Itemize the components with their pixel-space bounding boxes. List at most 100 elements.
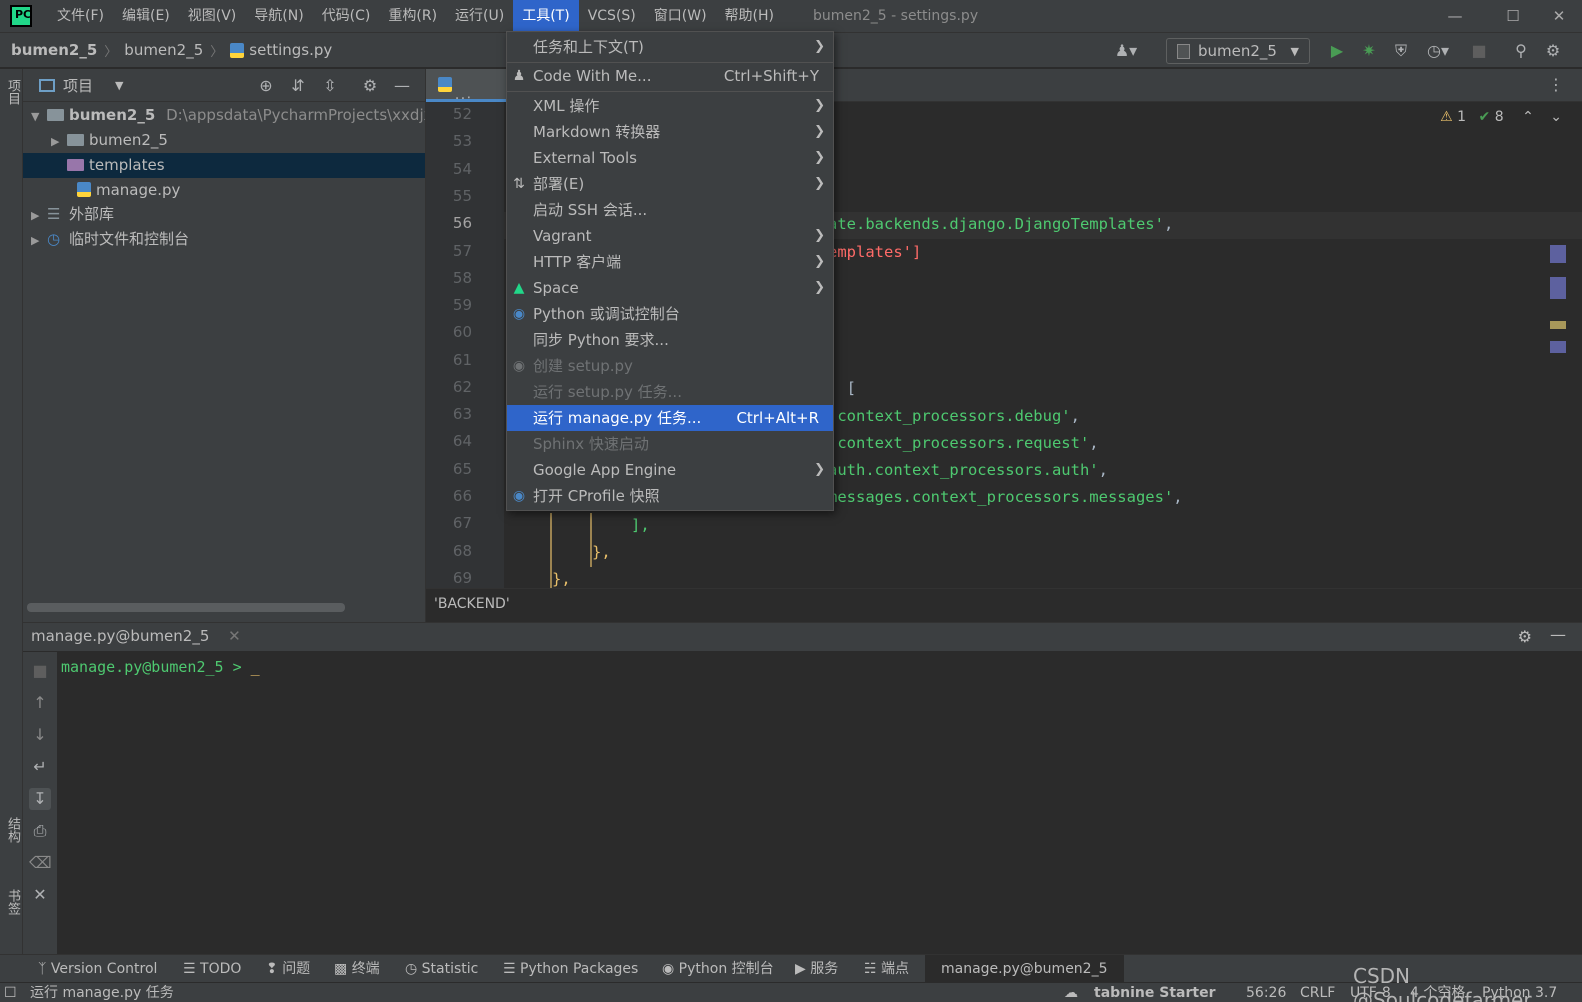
code-line-65[interactable]: auth.context_processors.auth', xyxy=(828,461,1108,479)
menu-file[interactable]: 文件(F) xyxy=(48,0,113,32)
menu-run[interactable]: 运行(U) xyxy=(446,0,513,32)
arrow-up-icon[interactable]: ↑ xyxy=(29,692,51,714)
breadcrumb-project[interactable]: bumen2_5 xyxy=(11,41,97,59)
menu-item-run-setup-py[interactable]: 运行 setup.py 任务... xyxy=(507,379,833,405)
close-icon[interactable]: ✕ xyxy=(29,884,51,906)
print-icon[interactable]: ⎙ xyxy=(29,820,51,842)
tool-services[interactable]: ▶ 服务 xyxy=(795,955,838,983)
more-options-icon[interactable]: ⋮ xyxy=(1548,75,1564,94)
gear-icon[interactable]: ⚙ xyxy=(359,75,381,97)
menu-help[interactable]: 帮助(H) xyxy=(716,0,783,32)
chevron-right-icon[interactable]: ▶ xyxy=(31,203,47,227)
menu-refactor[interactable]: 重构(R) xyxy=(379,0,446,32)
coverage-icon[interactable]: ⛨ xyxy=(1390,40,1412,62)
stop-icon[interactable]: ■ xyxy=(29,660,51,682)
menu-item-xml-actions[interactable]: XML 操作 ❯ xyxy=(507,93,833,119)
menu-item-open-cprofile[interactable]: ◉ 打开 CProfile 快照 xyxy=(507,483,833,509)
tool-endpoints[interactable]: ☵ 端点 xyxy=(864,955,909,983)
chevron-down-icon[interactable]: ▼ xyxy=(115,79,123,92)
cloud-icon[interactable]: ☁ xyxy=(1064,983,1078,1002)
menu-vcs[interactable]: VCS(S) xyxy=(579,0,645,32)
arrow-down-icon[interactable]: ↓ xyxy=(29,724,51,746)
code-line-63[interactable]: .context_processors.debug', xyxy=(828,407,1080,425)
terminal-prompt[interactable]: manage.py@bumen2_5 > _ xyxy=(61,658,260,676)
menu-item-http-client[interactable]: HTTP 客户端 ❯ xyxy=(507,249,833,275)
gear-icon[interactable]: ⚙ xyxy=(1518,627,1532,646)
code-line-64[interactable]: .context_processors.request', xyxy=(828,434,1099,452)
code-line-66[interactable]: messages.context_processors.messages', xyxy=(828,488,1183,506)
caret-position[interactable]: 56:26 xyxy=(1246,983,1286,1002)
menu-tools[interactable]: 工具(T) xyxy=(513,0,579,32)
terminal-tab[interactable]: manage.py@bumen2_5 xyxy=(31,627,209,645)
code-line-67[interactable]: ], xyxy=(631,516,650,534)
close-icon[interactable]: ✕ xyxy=(1536,0,1582,32)
code-line-69[interactable]: }, xyxy=(552,570,571,588)
stripe-project[interactable]: 项目 xyxy=(3,79,22,105)
tree-item-templates[interactable]: templates xyxy=(23,153,425,178)
editor-breadcrumb[interactable]: 'BACKEND' xyxy=(426,588,1582,622)
tool-problems[interactable]: ❢ 问题 xyxy=(266,955,310,983)
gear-icon[interactable]: ⚙ xyxy=(1542,40,1564,62)
menu-item-deployment[interactable]: ⇅ 部署(E) ❯ xyxy=(507,171,833,197)
menu-window[interactable]: 窗口(W) xyxy=(645,0,716,32)
menu-item-sync-requirements[interactable]: 同步 Python 要求... xyxy=(507,327,833,353)
tabnine-status[interactable]: tabnine Starter xyxy=(1094,983,1215,1002)
hide-icon[interactable]: — xyxy=(1550,625,1566,644)
run-configuration-select[interactable]: bumen2_5 ▼ xyxy=(1166,38,1310,64)
breadcrumb-file[interactable]: settings.py xyxy=(249,41,332,59)
stripe-structure[interactable]: 结构 xyxy=(3,817,22,843)
debug-icon[interactable]: ✷ xyxy=(1358,40,1380,62)
code-line-56[interactable]: ate.backends.django.DjangoTemplates', xyxy=(828,215,1173,233)
tree-item-scratches[interactable]: ▶ ◷ 临时文件和控制台 xyxy=(23,227,425,252)
minimize-icon[interactable]: — xyxy=(1432,0,1478,32)
inspection-widget[interactable]: ⚠ 1 ✔ 8 ⌃ ⌄ xyxy=(1440,109,1562,125)
account-icon[interactable]: ♟▾ xyxy=(1108,40,1144,62)
menu-item-code-with-me[interactable]: ♟ Code With Me... Ctrl+Shift+Y xyxy=(507,63,833,89)
tool-version-control[interactable]: ᛉ Version Control xyxy=(38,955,157,983)
horizontal-scrollbar[interactable] xyxy=(27,603,345,612)
status-panel-toggle-icon[interactable]: ☐ xyxy=(4,983,17,1002)
breadcrumb-package[interactable]: bumen2_5 xyxy=(124,41,203,59)
stripe-bookmarks[interactable]: 书签 xyxy=(3,889,22,915)
chevron-right-icon[interactable]: ▶ xyxy=(31,228,47,252)
menu-item-tasks-contexts[interactable]: 任务和上下文(T) ❯ xyxy=(507,34,833,60)
trash-icon[interactable]: ⌫ xyxy=(29,852,52,874)
code-line-57[interactable]: emplates'] xyxy=(828,243,921,261)
tree-item-project-root[interactable]: ▼ bumen2_5 D:\appsdata\PycharmProjects\xx… xyxy=(23,103,425,128)
expand-all-icon[interactable]: ⇵ xyxy=(287,75,309,97)
stop-icon[interactable]: ■ xyxy=(1468,40,1490,62)
tree-item-package[interactable]: ▶ bumen2_5 xyxy=(23,128,425,153)
maximize-icon[interactable]: ☐ xyxy=(1490,0,1536,32)
tool-manage-py[interactable]: manage.py@bumen2_5 xyxy=(925,955,1124,983)
scroll-to-end-icon[interactable]: ↧ xyxy=(29,788,51,810)
menu-navigate[interactable]: 导航(N) xyxy=(245,0,312,32)
tree-item-external-libraries[interactable]: ▶ ☰ 外部库 xyxy=(23,202,425,227)
menu-item-markdown-converter[interactable]: Markdown 转换器 ❯ xyxy=(507,119,833,145)
chevron-up-icon[interactable]: ⌃ xyxy=(1522,109,1534,125)
menu-item-sphinx-quickstart[interactable]: Sphinx 快速启动 xyxy=(507,431,833,457)
chevron-down-icon[interactable]: ▼ xyxy=(31,104,47,128)
menu-item-vagrant[interactable]: Vagrant ❯ xyxy=(507,223,833,249)
menu-item-python-console[interactable]: ◉ Python 或调试控制台 xyxy=(507,301,833,327)
menu-item-create-setup-py[interactable]: ◉ 创建 setup.py xyxy=(507,353,833,379)
error-stripe-marks[interactable] xyxy=(1550,245,1568,365)
search-icon[interactable]: ⚲ xyxy=(1510,40,1532,62)
collapse-all-icon[interactable]: ⇳ xyxy=(319,75,341,97)
hide-icon[interactable]: — xyxy=(391,75,413,97)
soft-wrap-icon[interactable]: ↵ xyxy=(29,756,51,778)
menu-item-run-manage-py[interactable]: 运行 manage.py 任务... Ctrl+Alt+R xyxy=(507,405,833,431)
chevron-down-icon[interactable]: ⌄ xyxy=(1550,109,1562,125)
menu-code[interactable]: 代码(C) xyxy=(313,0,380,32)
tab-settings-py[interactable]: settings.py xyxy=(426,69,508,102)
code-line-68[interactable]: }, xyxy=(592,543,611,561)
close-tab-icon[interactable]: ✕ xyxy=(228,627,241,645)
tool-statistic[interactable]: ◷ Statistic xyxy=(405,955,478,983)
menu-view[interactable]: 视图(V) xyxy=(179,0,246,32)
tool-terminal[interactable]: ▩ 终端 xyxy=(334,955,380,983)
tool-todo[interactable]: ☰ TODO xyxy=(183,955,241,983)
line-separator[interactable]: CRLF xyxy=(1300,983,1335,1002)
tool-python-packages[interactable]: ☰ Python Packages xyxy=(503,955,638,983)
menu-item-external-tools[interactable]: External Tools ❯ xyxy=(507,145,833,171)
tool-python-console[interactable]: ◉ Python 控制台 xyxy=(662,955,774,983)
chevron-right-icon[interactable]: ▶ xyxy=(51,129,67,153)
